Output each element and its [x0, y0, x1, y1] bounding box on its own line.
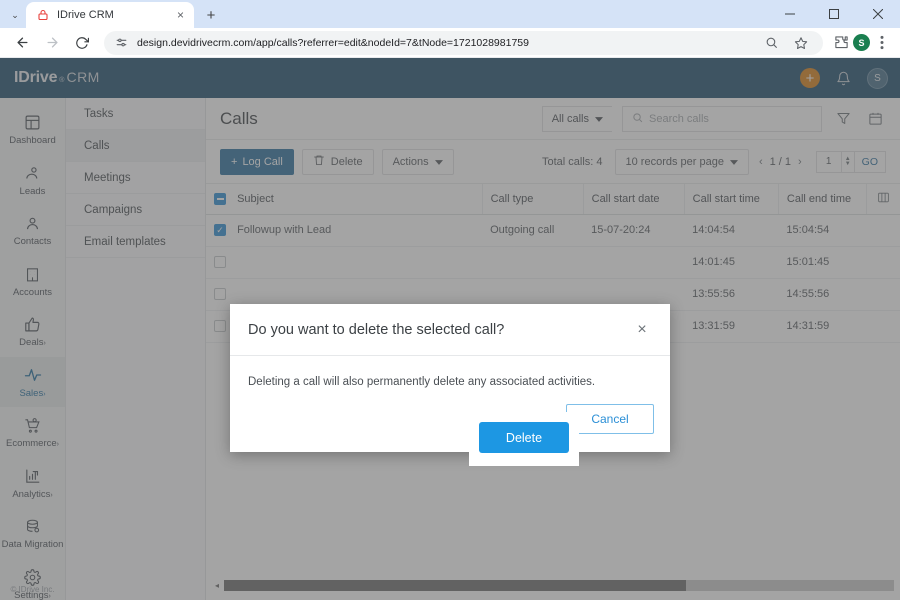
tab-strip: ⌄ IDrive CRM × + — [0, 0, 900, 28]
tab-search-chevron-icon[interactable]: ⌄ — [4, 2, 26, 28]
browser-window: ⌄ IDrive CRM × + design.devidrivecrm.com… — [0, 0, 900, 600]
delete-confirmation-dialog: Do you want to delete the selected call?… — [230, 304, 670, 452]
crm-application: IDrive ® CRM + S Dashboard — [0, 58, 900, 600]
confirm-delete-button[interactable]: Delete — [479, 422, 569, 453]
cancel-button[interactable]: Cancel — [566, 404, 654, 434]
forward-icon — [38, 29, 66, 57]
bookmark-star-icon[interactable] — [791, 33, 811, 53]
site-settings-icon[interactable] — [114, 35, 129, 50]
browser-toolbar: design.devidrivecrm.com/app/calls?referr… — [0, 28, 900, 58]
reload-icon[interactable] — [68, 29, 96, 57]
lock-icon — [36, 8, 50, 22]
address-bar[interactable]: design.devidrivecrm.com/app/calls?referr… — [104, 30, 823, 55]
browser-profile-avatar[interactable]: S — [853, 34, 870, 51]
window-minimize-button[interactable] — [768, 0, 812, 28]
dialog-footer: Cancel — [230, 394, 670, 452]
extensions-puzzle-icon[interactable] — [831, 33, 851, 53]
three-dot-menu-icon[interactable] — [872, 33, 892, 53]
zoom-search-icon[interactable] — [761, 33, 781, 53]
window-maximize-button[interactable] — [812, 0, 856, 28]
window-controls — [768, 0, 900, 28]
tab-title: IDrive CRM — [57, 9, 114, 21]
tab-close-icon[interactable]: × — [173, 8, 188, 23]
window-close-button[interactable] — [856, 0, 900, 28]
dialog-message: Deleting a call will also permanently de… — [248, 376, 596, 388]
dialog-header: Do you want to delete the selected call?… — [230, 304, 670, 356]
new-tab-button[interactable]: + — [198, 2, 224, 28]
dialog-title: Do you want to delete the selected call? — [248, 321, 505, 338]
close-icon[interactable]: × — [632, 320, 652, 340]
back-icon[interactable] — [8, 29, 36, 57]
browser-tab[interactable]: IDrive CRM × — [26, 2, 194, 28]
url-text: design.devidrivecrm.com/app/calls?referr… — [137, 36, 529, 49]
